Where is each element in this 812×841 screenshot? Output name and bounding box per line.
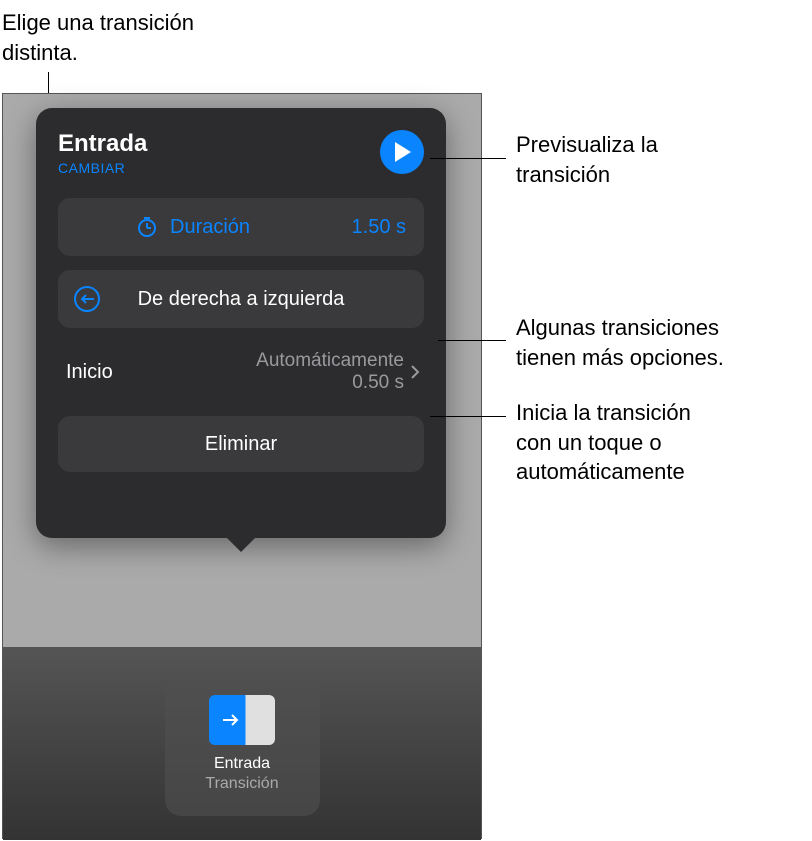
play-icon — [393, 142, 411, 162]
transition-popover: Entrada CAMBIAR Duración 1.50 s De derec… — [36, 108, 446, 538]
start-button[interactable]: Inicio Automáticamente 0.50 s — [58, 342, 424, 402]
thumbnail-title: Entrada — [214, 755, 270, 773]
callout-line — [430, 158, 506, 159]
popover-title: Entrada — [58, 130, 147, 158]
start-delay-value: 0.50 s — [256, 372, 404, 394]
timer-icon — [136, 216, 158, 238]
annotation-start: Inicia la transición con un toque o auto… — [516, 398, 691, 487]
transition-in-icon — [209, 695, 275, 745]
arrow-left-icon — [74, 286, 100, 312]
duration-label: Duración — [170, 216, 352, 239]
delete-button[interactable]: Eliminar — [58, 416, 424, 472]
start-mode-value: Automáticamente — [256, 350, 404, 372]
direction-button[interactable]: De derecha a izquierda — [58, 270, 424, 328]
thumbnail-subtitle: Transición — [205, 775, 278, 793]
annotation-change-transition: Elige una transición distinta. — [2, 8, 194, 67]
duration-value: 1.50 s — [352, 216, 406, 239]
annotation-preview: Previsualiza la transición — [516, 130, 658, 189]
start-label: Inicio — [66, 361, 113, 384]
preview-play-button[interactable] — [380, 130, 424, 174]
bottom-bar: Entrada Transición — [3, 647, 481, 840]
delete-label: Eliminar — [205, 433, 277, 456]
change-transition-button[interactable]: CAMBIAR — [58, 160, 147, 176]
annotation-options: Algunas transiciones tienen más opciones… — [516, 313, 724, 372]
callout-line — [438, 340, 506, 341]
direction-label: De derecha a izquierda — [138, 288, 345, 311]
chevron-right-icon — [410, 364, 420, 380]
callout-line — [430, 416, 506, 417]
duration-slider[interactable]: Duración 1.50 s — [58, 198, 424, 256]
transition-thumbnail[interactable]: Entrada Transición — [165, 671, 320, 816]
popover-header: Entrada CAMBIAR — [58, 130, 424, 176]
